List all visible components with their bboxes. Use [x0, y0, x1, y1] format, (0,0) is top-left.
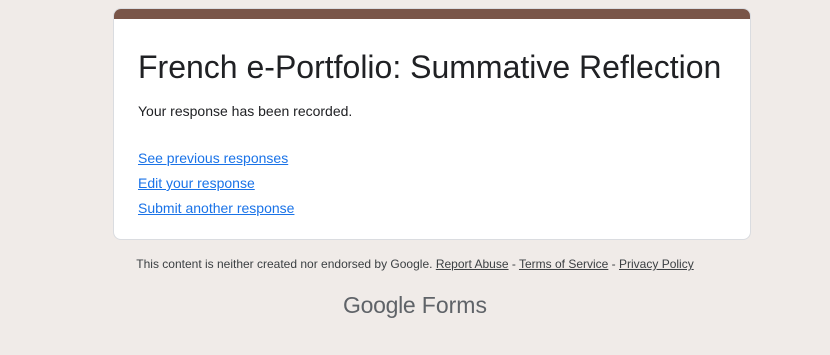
footer-separator: - [508, 257, 519, 271]
response-links: See previous responses Edit your respons… [138, 146, 294, 221]
forms-wordmark: Forms [421, 292, 487, 318]
footer-separator: - [608, 257, 620, 271]
confirmation-card: French e-Portfolio: Summative Reflection… [113, 8, 751, 240]
see-previous-responses-link[interactable]: See previous responses [138, 146, 294, 171]
edit-response-link[interactable]: Edit your response [138, 171, 294, 196]
footer-disclaimer: This content is neither created nor endo… [136, 257, 433, 271]
google-forms-logo[interactable]: Google Forms [0, 290, 830, 320]
terms-of-service-link[interactable]: Terms of Service [519, 257, 608, 271]
footer: This content is neither created nor endo… [0, 256, 830, 272]
form-title: French e-Portfolio: Summative Reflection [138, 49, 722, 85]
confirmation-message: Your response has been recorded. [138, 103, 353, 119]
privacy-policy-link[interactable]: Privacy Policy [619, 257, 694, 271]
report-abuse-link[interactable]: Report Abuse [436, 257, 509, 271]
submit-another-response-link[interactable]: Submit another response [138, 196, 294, 221]
theme-color-band [114, 9, 750, 19]
google-wordmark: Google [343, 292, 416, 318]
